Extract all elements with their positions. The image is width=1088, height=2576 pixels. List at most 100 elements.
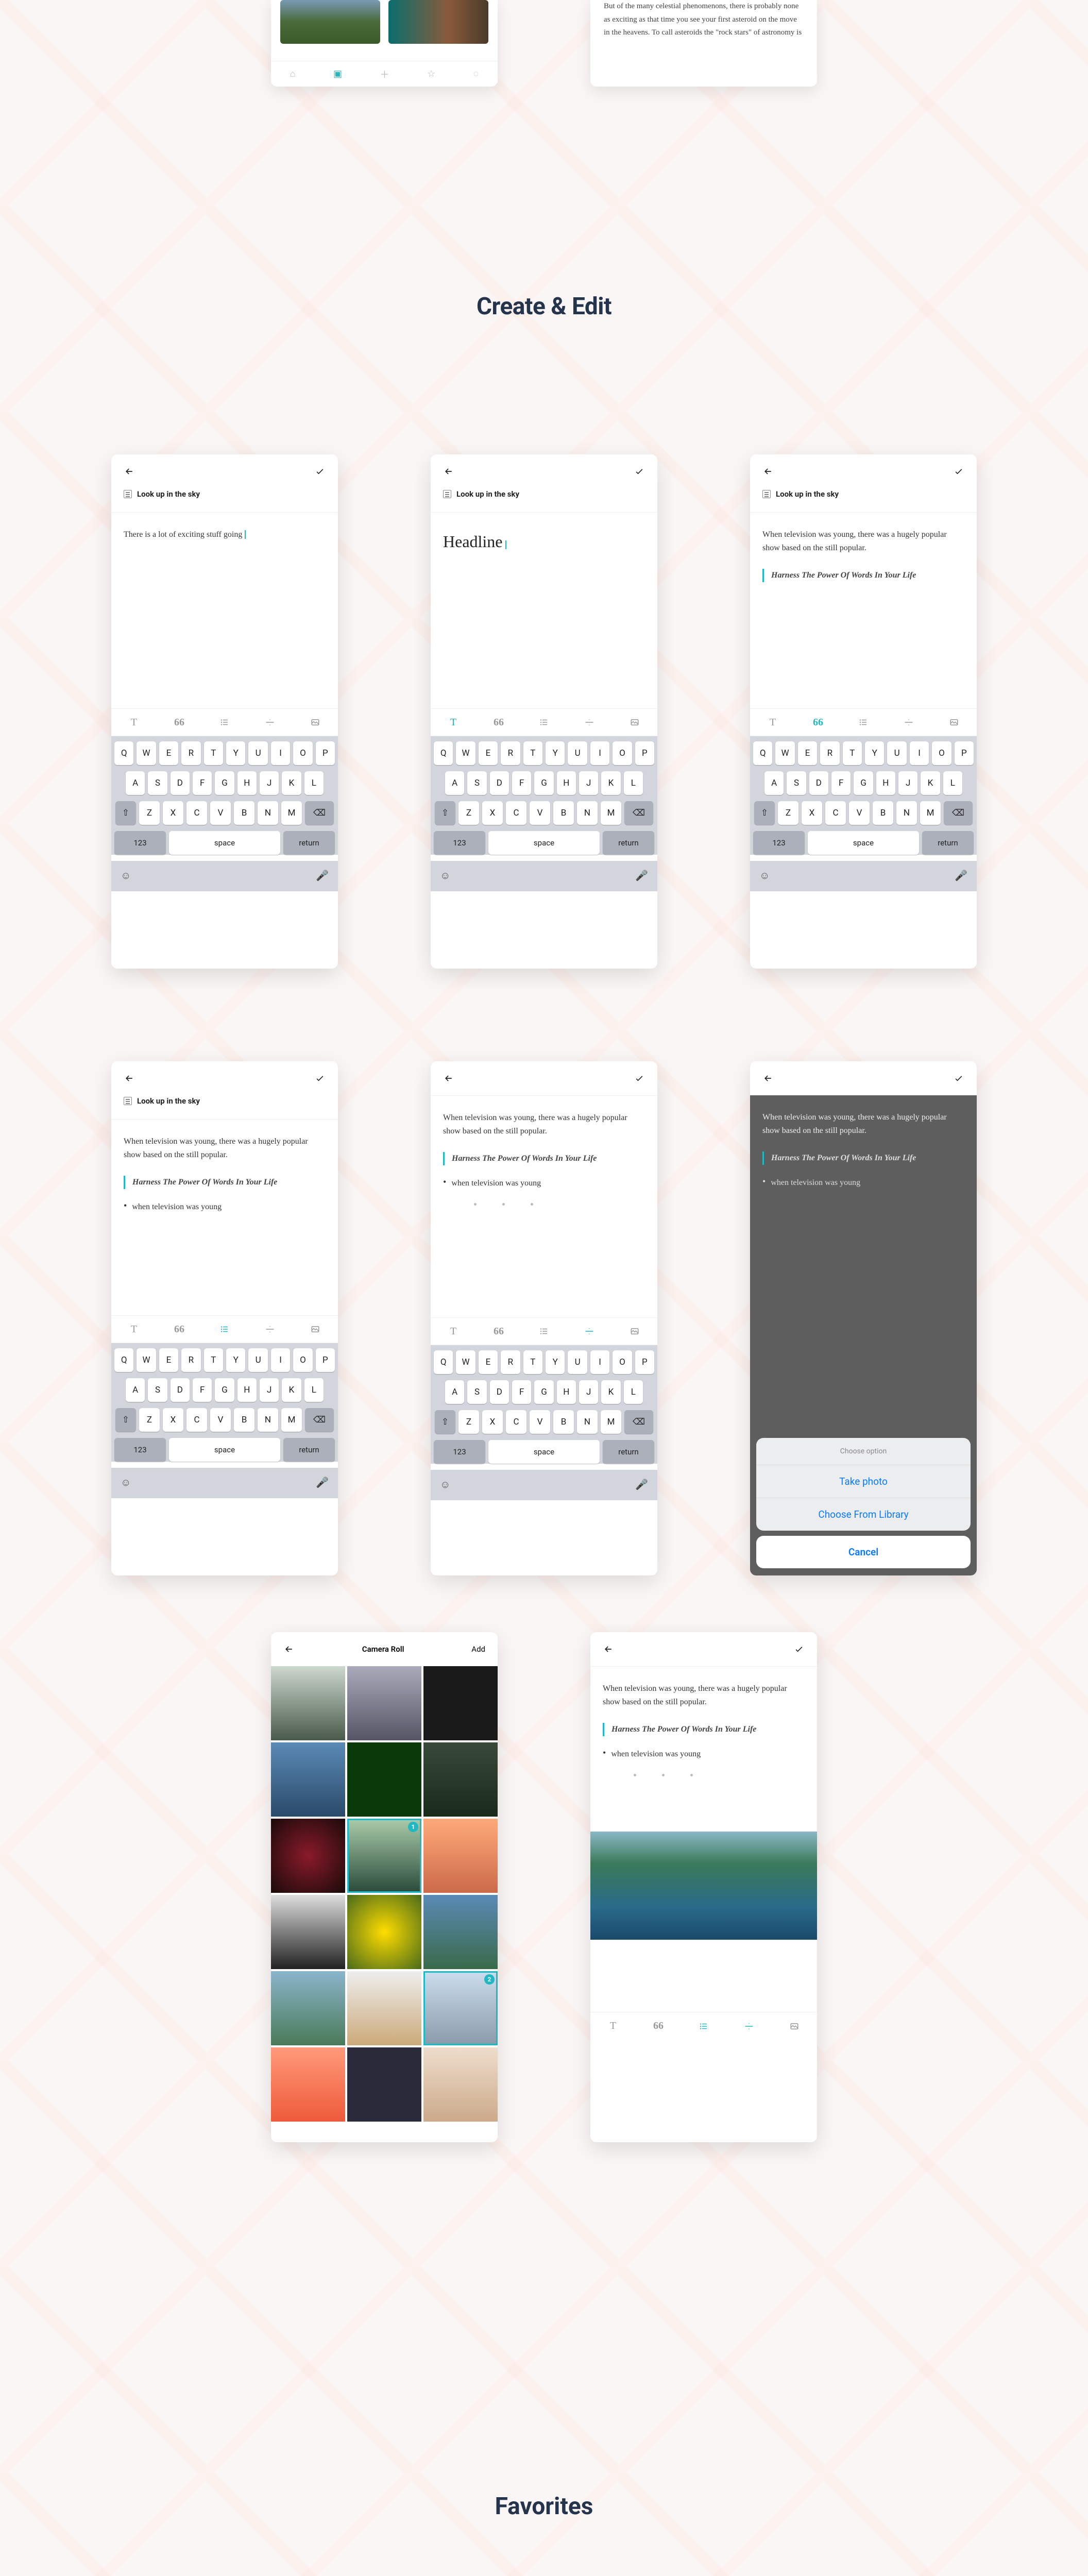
key-r[interactable]: R	[820, 741, 839, 765]
key-o[interactable]: O	[293, 1348, 312, 1372]
key-y[interactable]: Y	[865, 741, 884, 765]
key-q[interactable]: Q	[434, 1350, 453, 1374]
editor-body[interactable]: When television was young, there was a h…	[750, 513, 977, 708]
key-x[interactable]: X	[802, 801, 822, 825]
format-quote-icon[interactable]: 66	[169, 712, 190, 733]
format-text-icon[interactable]: T	[603, 2016, 623, 2037]
key-e[interactable]: E	[798, 741, 817, 765]
confirm-icon[interactable]	[314, 466, 326, 477]
key-d[interactable]: D	[171, 1378, 190, 1402]
key-i[interactable]: I	[271, 741, 290, 765]
key-n[interactable]: N	[896, 801, 917, 825]
key-a[interactable]: A	[126, 771, 145, 795]
format-quote-icon[interactable]: 66	[488, 712, 509, 733]
key-d[interactable]: D	[490, 771, 509, 795]
key-a[interactable]: A	[445, 1380, 464, 1404]
back-icon[interactable]	[443, 466, 454, 477]
format-image-icon[interactable]	[784, 2016, 805, 2037]
key-b[interactable]: B	[234, 801, 254, 825]
key-shift[interactable]: ⇧	[435, 801, 455, 825]
key-h[interactable]: H	[557, 771, 576, 795]
key-l[interactable]: L	[304, 1378, 324, 1402]
key-e[interactable]: E	[479, 741, 498, 765]
key-123[interactable]: 123	[114, 831, 166, 855]
key-y[interactable]: Y	[546, 741, 565, 765]
thumbnail-image[interactable]	[388, 0, 488, 44]
key-w[interactable]: W	[775, 741, 794, 765]
confirm-icon[interactable]	[793, 1643, 805, 1655]
key-m[interactable]: M	[601, 801, 621, 825]
editor-body[interactable]: When television was young, there was a h…	[590, 1667, 817, 1821]
emoji-icon[interactable]: ☺	[440, 1478, 450, 1491]
key-x[interactable]: X	[482, 801, 503, 825]
back-icon[interactable]	[124, 1073, 135, 1084]
format-list-icon[interactable]	[534, 1321, 554, 1342]
key-x[interactable]: X	[482, 1410, 503, 1434]
format-text-icon[interactable]: T	[762, 712, 783, 733]
key-f[interactable]: F	[193, 771, 212, 795]
mic-icon[interactable]: 🎤	[316, 869, 329, 882]
key-k[interactable]: K	[921, 771, 940, 795]
key-o[interactable]: O	[613, 1350, 632, 1374]
back-icon[interactable]	[124, 466, 135, 477]
photo-thumbnail[interactable]	[347, 2047, 421, 2122]
key-l[interactable]: L	[943, 771, 962, 795]
key-f[interactable]: F	[193, 1378, 212, 1402]
key-g[interactable]: G	[215, 1378, 234, 1402]
back-icon[interactable]	[762, 466, 774, 477]
key-u[interactable]: U	[568, 1350, 587, 1374]
key-l[interactable]: L	[624, 771, 643, 795]
key-p[interactable]: P	[316, 1348, 335, 1372]
photo-thumbnail[interactable]	[423, 1742, 498, 1817]
format-image-icon[interactable]	[305, 1319, 326, 1340]
confirm-icon[interactable]	[634, 466, 645, 477]
photo-thumbnail-selected[interactable]: 2	[423, 1971, 498, 2045]
key-m[interactable]: M	[281, 801, 302, 825]
mic-icon[interactable]: 🎤	[316, 1476, 329, 1489]
key-v[interactable]: V	[530, 801, 550, 825]
key-space[interactable]: space	[169, 831, 280, 855]
key-c[interactable]: C	[506, 1410, 526, 1434]
key-q[interactable]: Q	[114, 1348, 133, 1372]
key-w[interactable]: W	[456, 741, 475, 765]
key-b[interactable]: B	[553, 801, 574, 825]
key-r[interactable]: R	[501, 741, 520, 765]
key-123[interactable]: 123	[114, 1438, 166, 1462]
key-backspace[interactable]: ⌫	[305, 801, 334, 825]
confirm-icon[interactable]	[953, 1073, 964, 1084]
photo-thumbnail[interactable]	[347, 1742, 421, 1817]
key-i[interactable]: I	[590, 741, 609, 765]
key-return[interactable]: return	[603, 1440, 654, 1464]
key-o[interactable]: O	[932, 741, 951, 765]
key-123[interactable]: 123	[434, 1440, 485, 1464]
key-s[interactable]: S	[787, 771, 806, 795]
key-p[interactable]: P	[635, 1350, 654, 1374]
key-shift[interactable]: ⇧	[115, 1408, 136, 1432]
key-g[interactable]: G	[854, 771, 873, 795]
emoji-icon[interactable]: ☺	[440, 869, 450, 882]
format-divider-icon[interactable]	[898, 712, 919, 733]
key-w[interactable]: W	[456, 1350, 475, 1374]
key-s[interactable]: S	[467, 771, 486, 795]
key-space[interactable]: space	[169, 1438, 280, 1462]
format-divider-icon[interactable]	[739, 2016, 759, 2037]
format-image-icon[interactable]	[624, 712, 645, 733]
key-i[interactable]: I	[271, 1348, 290, 1372]
format-quote-icon[interactable]: 66	[648, 2016, 669, 2037]
key-space[interactable]: space	[488, 831, 600, 855]
key-e[interactable]: E	[159, 1348, 178, 1372]
key-c[interactable]: C	[506, 801, 526, 825]
key-b[interactable]: B	[873, 801, 893, 825]
key-q[interactable]: Q	[114, 741, 133, 765]
key-s[interactable]: S	[148, 1378, 167, 1402]
key-n[interactable]: N	[258, 801, 278, 825]
key-123[interactable]: 123	[434, 831, 485, 855]
mic-icon[interactable]: 🎤	[955, 869, 967, 882]
confirm-icon[interactable]	[314, 1073, 326, 1084]
editor-body[interactable]: Headline	[431, 513, 657, 708]
key-s[interactable]: S	[467, 1380, 486, 1404]
photo-thumbnail[interactable]	[271, 2047, 345, 2122]
key-r[interactable]: R	[181, 1348, 200, 1372]
photo-thumbnail[interactable]	[423, 1819, 498, 1893]
key-h[interactable]: H	[557, 1380, 576, 1404]
